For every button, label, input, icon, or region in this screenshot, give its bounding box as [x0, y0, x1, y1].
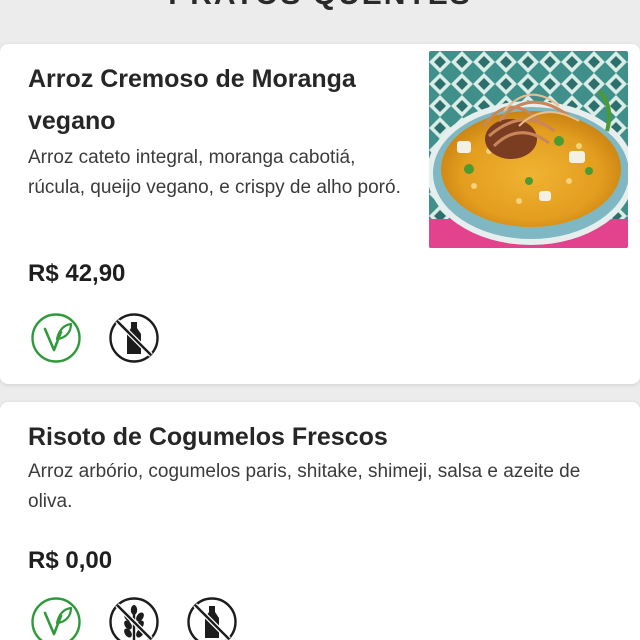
- dish-card[interactable]: Risoto de Cogumelos Frescos Arroz arbóri…: [0, 402, 640, 640]
- lactose-free-icon: [109, 313, 159, 363]
- lactose-free-icon: [187, 597, 237, 640]
- section-title: PRATOS QUENTES: [0, 0, 640, 12]
- vegan-icon: [31, 597, 81, 640]
- dish-price: R$ 0,00: [28, 547, 113, 574]
- dish-photo[interactable]: [429, 51, 628, 248]
- creamy-pumpkin-rice-photo: [429, 51, 628, 248]
- dish-name: Risoto de Cogumelos Frescos: [28, 423, 388, 451]
- dietary-tags: [30, 312, 160, 364]
- dietary-tags: [30, 596, 238, 640]
- vegan-icon: [31, 313, 81, 363]
- dish-description: Arroz cateto integral, moranga cabotiá, …: [28, 147, 401, 198]
- menu-page: PRATOS QUENTES Arroz Cremoso de Moranga …: [0, 0, 640, 640]
- dish-price: R$ 42,90: [28, 260, 126, 287]
- gluten-free-icon: [109, 597, 159, 640]
- dish-name: Arroz Cremoso de Moranga vegano: [28, 65, 356, 135]
- dish-card[interactable]: Arroz Cremoso de Moranga vegano Arroz ca…: [0, 44, 640, 384]
- dish-description: Arroz arbório, cogumelos paris, shitake,…: [28, 461, 581, 512]
